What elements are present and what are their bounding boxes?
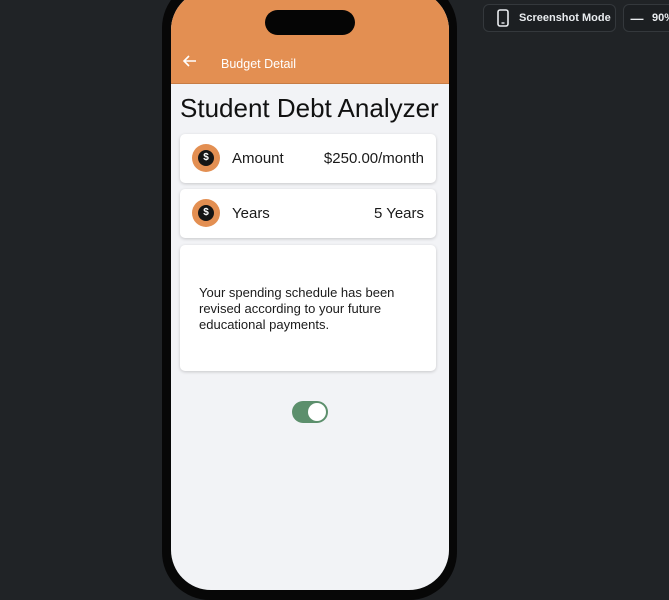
dynamic-island xyxy=(265,10,355,35)
page-title: Student Debt Analyzer xyxy=(180,93,439,123)
app-bar: Budget Detail xyxy=(171,0,449,84)
years-card: $ Years 5 Years xyxy=(180,189,436,238)
phone-screen: Budget Detail Student Debt Analyzer $ Am… xyxy=(171,0,449,590)
schedule-toggle[interactable] xyxy=(292,401,328,423)
screenshot-mode-button[interactable]: Screenshot Mode xyxy=(483,4,616,32)
zoom-out-button[interactable]: — xyxy=(626,11,648,26)
zoom-level: 90% xyxy=(652,12,669,24)
years-value: 5 Years xyxy=(373,205,424,222)
zoom-control[interactable]: — 90% xyxy=(623,4,669,32)
toggle-knob xyxy=(308,403,326,421)
amount-label: Amount xyxy=(232,150,284,167)
appbar-title: Budget Detail xyxy=(221,57,297,71)
amount-value: $250.00/month xyxy=(323,150,424,167)
amount-card: $ Amount $250.00/month xyxy=(180,134,436,183)
schedule-message: Your spending schedule has been revised … xyxy=(199,285,395,332)
screenshot-mode-label: Screenshot Mode xyxy=(519,12,611,24)
dollar-coin-icon: $ xyxy=(192,144,220,172)
back-arrow-icon[interactable] xyxy=(182,53,198,69)
years-label: Years xyxy=(232,205,270,222)
message-card: Your spending schedule has been revised … xyxy=(180,245,436,371)
dollar-coin-icon: $ xyxy=(192,199,220,227)
phone-icon xyxy=(496,9,510,27)
